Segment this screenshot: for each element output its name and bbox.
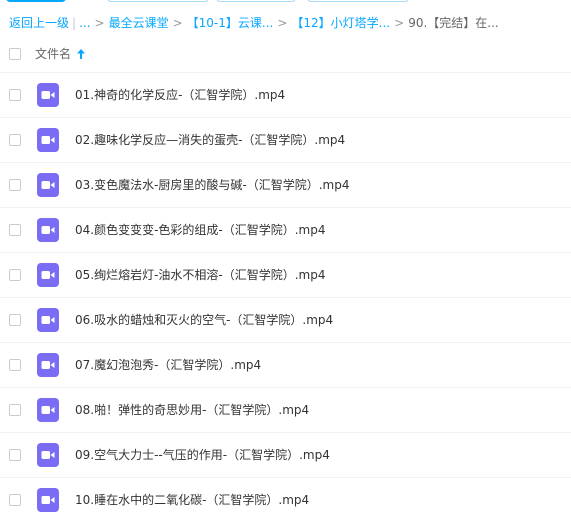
breadcrumb-current: 90.【完结】在... [408, 16, 499, 30]
breadcrumb-item[interactable]: 【12】小灯塔学... [291, 14, 390, 32]
toolbar-button[interactable] [107, 0, 209, 2]
file-row[interactable]: 04.颜色变变变-色彩的组成-（汇智学院）.mp4 [0, 207, 571, 252]
chevron-right-icon: > [277, 16, 288, 30]
video-file-icon [37, 443, 59, 467]
camera-body-shape [41, 136, 50, 144]
name-column-header[interactable]: 文件名 [35, 45, 86, 63]
name-column-label: 文件名 [35, 47, 72, 61]
file-browser: 返回上一级 | ... > 最全云课堂 > 【10-1】云课... > 【12】… [0, 0, 571, 517]
file-list: 01.神奇的化学反应-（汇智学院）.mp4 02.趣味化学反应—消失的蛋壳-（汇智… [0, 72, 571, 517]
video-file-icon [37, 353, 59, 377]
sort-up-arrow-icon[interactable] [77, 49, 86, 59]
chevron-right-icon: > [394, 16, 405, 30]
row-checkbox[interactable] [9, 224, 21, 236]
camera-body-shape [41, 406, 50, 414]
row-checkbox[interactable] [9, 89, 21, 101]
toolbar-button[interactable] [216, 0, 296, 2]
file-name[interactable]: 10.睡在水中的二氧化碳-（汇智学院）.mp4 [75, 491, 309, 509]
camera-body-shape [41, 451, 50, 459]
row-checkbox[interactable] [9, 404, 21, 416]
back-link[interactable]: 返回上一级 [9, 14, 69, 32]
file-row[interactable]: 10.睡在水中的二氧化碳-（汇智学院）.mp4 [0, 477, 571, 517]
row-checkbox[interactable] [9, 314, 21, 326]
breadcrumb-item[interactable]: 【10-1】云课... [187, 14, 274, 32]
chevron-right-icon: > [172, 16, 183, 30]
row-checkbox[interactable] [9, 449, 21, 461]
file-row[interactable]: 08.啪！弹性的奇思妙用-（汇智学院）.mp4 [0, 387, 571, 432]
file-name[interactable]: 08.啪！弹性的奇思妙用-（汇智学院）.mp4 [75, 401, 309, 419]
row-checkbox[interactable] [9, 269, 21, 281]
file-name[interactable]: 05.绚烂熔岩灯-油水不相溶-（汇智学院）.mp4 [75, 266, 326, 284]
toolbar [0, 0, 571, 4]
file-row[interactable]: 06.吸水的蜡烛和灭火的空气-（汇智学院）.mp4 [0, 297, 571, 342]
file-name[interactable]: 04.颜色变变变-色彩的组成-（汇智学院）.mp4 [75, 221, 326, 239]
file-name[interactable]: 03.变色魔法水-厨房里的酸与碱-（汇智学院）.mp4 [75, 176, 350, 194]
select-all-checkbox[interactable] [9, 48, 21, 60]
file-row[interactable]: 09.空气大力士--气压的作用-（汇智学院）.mp4 [0, 432, 571, 477]
row-checkbox[interactable] [9, 134, 21, 146]
video-file-icon [37, 263, 59, 287]
camera-body-shape [41, 226, 50, 234]
video-file-icon [37, 83, 59, 107]
breadcrumb-item[interactable]: 最全云课堂 [109, 14, 169, 32]
chevron-right-icon: > [94, 16, 105, 30]
file-row[interactable]: 05.绚烂熔岩灯-油水不相溶-（汇智学院）.mp4 [0, 252, 571, 297]
video-file-icon [37, 398, 59, 422]
camera-body-shape [41, 361, 50, 369]
row-checkbox[interactable] [9, 359, 21, 371]
camera-body-shape [41, 496, 50, 504]
row-checkbox[interactable] [9, 179, 21, 191]
file-name[interactable]: 06.吸水的蜡烛和灭火的空气-（汇智学院）.mp4 [75, 311, 333, 329]
video-file-icon [37, 128, 59, 152]
file-name[interactable]: 09.空气大力士--气压的作用-（汇智学院）.mp4 [75, 446, 330, 464]
file-name[interactable]: 02.趣味化学反应—消失的蛋壳-（汇智学院）.mp4 [75, 131, 345, 149]
table-header: 文件名 [0, 41, 571, 67]
file-name[interactable]: 01.神奇的化学反应-（汇智学院）.mp4 [75, 86, 285, 104]
video-file-icon [37, 308, 59, 332]
file-name[interactable]: 07.魔幻泡泡秀-（汇智学院）.mp4 [75, 356, 261, 374]
camera-body-shape [41, 316, 50, 324]
row-checkbox[interactable] [9, 494, 21, 506]
video-file-icon [37, 173, 59, 197]
toolbar-button[interactable] [307, 0, 409, 2]
breadcrumb: 返回上一级 | ... > 最全云课堂 > 【10-1】云课... > 【12】… [9, 14, 499, 32]
upload-button[interactable] [6, 0, 66, 2]
breadcrumb-ellipsis[interactable]: ... [79, 14, 90, 32]
camera-body-shape [41, 181, 50, 189]
file-row[interactable]: 02.趣味化学反应—消失的蛋壳-（汇智学院）.mp4 [0, 117, 571, 162]
file-row[interactable]: 01.神奇的化学反应-（汇智学院）.mp4 [0, 72, 571, 117]
camera-body-shape [41, 91, 50, 99]
video-file-icon [37, 488, 59, 512]
file-row[interactable]: 07.魔幻泡泡秀-（汇智学院）.mp4 [0, 342, 571, 387]
file-row[interactable]: 03.变色魔法水-厨房里的酸与碱-（汇智学院）.mp4 [0, 162, 571, 207]
breadcrumb-divider: | [72, 16, 77, 30]
video-file-icon [37, 218, 59, 242]
camera-body-shape [41, 271, 50, 279]
